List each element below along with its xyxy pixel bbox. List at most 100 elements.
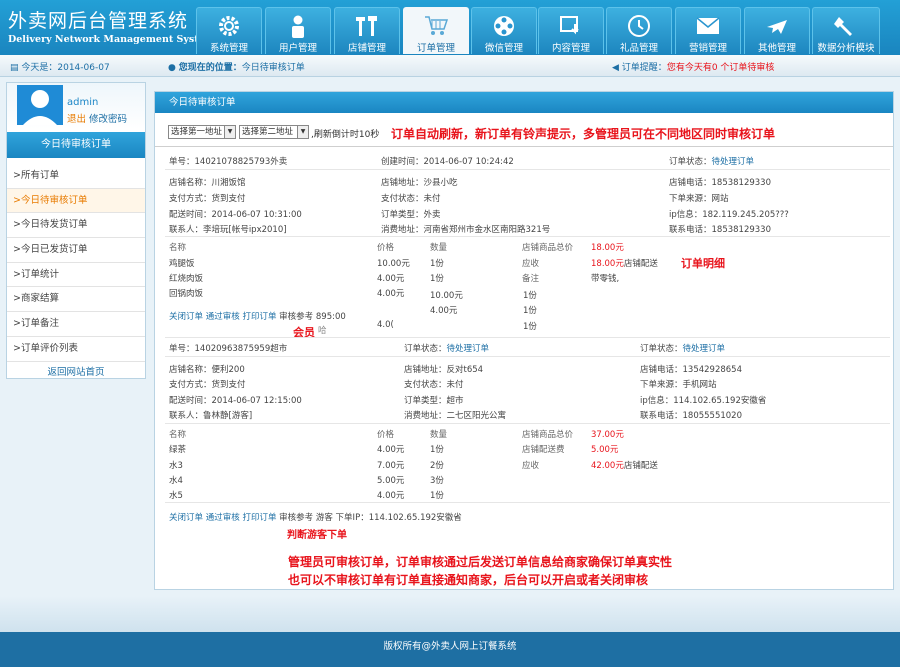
nav-users[interactable]: 用户管理: [265, 7, 331, 54]
first-address-select[interactable]: 选择第一地址 ▼: [168, 125, 236, 139]
order1-pay-status: 支付状态：未付: [381, 194, 441, 204]
order1-total-label: 店铺商品总价: [522, 243, 574, 253]
download-icon: [560, 16, 579, 35]
order1-due: 18.00元店铺配送: [591, 259, 658, 269]
nav-label: 系统管理: [209, 43, 248, 54]
nav-gifts[interactable]: 礼品管理: [606, 7, 672, 54]
calendar-icon: ▤: [10, 63, 22, 73]
annotation-review-2: 也可以不审核订单有订单直接通知商家，后台可以开启或者关闭审核: [288, 573, 649, 587]
order2-item-qty: 1份: [430, 445, 444, 455]
order2-shop: 店铺名称：便利200: [169, 365, 245, 375]
nav-marketing[interactable]: 营销管理: [675, 7, 741, 54]
avatar: [17, 85, 63, 125]
order2-shop-address: 店铺地址：反对t654: [404, 365, 484, 375]
order1-item-price: 10.00元: [377, 259, 410, 269]
sidebar-item-reviews[interactable]: >订单评价列表: [7, 337, 145, 362]
app-header: 外卖网后台管理系统 Delivery Network Management Sy…: [0, 0, 900, 55]
order2-due-label: 应收: [522, 461, 540, 471]
order1-extra-price: 10.00元: [430, 291, 463, 301]
order2-due: 42.00元店铺配送: [591, 461, 658, 471]
sidebar-item-stats[interactable]: >订单统计: [7, 263, 145, 288]
nav-label: 其他管理: [757, 43, 796, 54]
nav-orders[interactable]: 订单管理: [403, 7, 469, 54]
order2-status: 订单状态：待处理订单: [404, 344, 490, 354]
order2-shop-phone: 店铺电话：13542928654: [640, 365, 742, 375]
nav-content[interactable]: 内容管理: [538, 7, 604, 54]
order1-item-name: 红烧肉饭: [169, 274, 204, 284]
review-ref-label: 审核参考: [279, 312, 314, 322]
review-ref: 审核参考 游客 下单IP：114.102.65.192安徽省: [279, 513, 462, 523]
panel-title: 今日待审核订单: [155, 92, 893, 113]
order2-col-name: 名称: [169, 430, 187, 440]
nav-system[interactable]: 系统管理: [196, 7, 262, 54]
reminder-text[interactable]: 您有今天有0 个订单待审核: [667, 63, 775, 73]
tools-icon: [356, 16, 377, 36]
order2-contact: 联系人：鲁林静[游客]: [169, 411, 253, 421]
print-order-link[interactable]: 打印订单: [242, 312, 276, 322]
sidebar-item-settlement[interactable]: >商家结算: [7, 287, 145, 313]
sidebar: admin 退出 修改密码 今日待审核订单 >所有订单 >今日待审核订单 >今日待…: [6, 82, 146, 379]
order2-item-name: 水4: [169, 476, 183, 486]
annotation-auto-refresh: 订单自动刷新，新订单有铃声提示，多管理员可在不同地区同时审核订单: [391, 127, 776, 141]
order1-col-qty: 数量: [430, 243, 448, 253]
order2-item-qty: 3份: [430, 476, 444, 486]
order1-pay-method: 支付方式：货到支付: [169, 194, 246, 204]
mail-icon: [696, 17, 720, 34]
sidebar-item-pending-ship[interactable]: >今日待发货订单: [7, 213, 145, 239]
order1-extra-price: 4.0(: [377, 320, 394, 330]
sidebar-title: 今日待审核订单: [7, 132, 145, 158]
nav-analytics[interactable]: 数据分析模块: [812, 7, 880, 54]
gear-icon: [219, 16, 239, 36]
nav-shops[interactable]: 店铺管理: [334, 7, 400, 54]
print-order-link[interactable]: 打印订单: [242, 513, 276, 523]
close-order-link[interactable]: 关闭订单: [169, 312, 203, 322]
order2-fee: 5.00元: [591, 445, 619, 455]
speaker-icon: ◀: [612, 63, 622, 73]
sidebar-item-notes[interactable]: >订单备注: [7, 312, 145, 337]
sidebar-item-shipped[interactable]: >今日已发货订单: [7, 238, 145, 263]
order1-item-name: 鸡腿饭: [169, 259, 195, 269]
back-to-home-link[interactable]: 返回网站首页: [7, 362, 145, 378]
order2-pay-status: 支付状态：未付: [404, 380, 464, 390]
second-address-select[interactable]: 选择第二地址 ▼: [239, 125, 309, 139]
order1-item-name: 回锅肉饭: [169, 289, 204, 299]
bottom-strip: [0, 596, 900, 632]
nav-other[interactable]: 其他管理: [744, 7, 810, 54]
order2-item-qty: 1份: [430, 491, 444, 501]
order1-item-qty: 1份: [430, 259, 444, 269]
order1-remark: 带零钱,: [591, 274, 620, 284]
order1-shop: 店铺名称：川湘饭馆: [169, 178, 246, 188]
order2-actions: 关闭订单 通过审核 打印订单 审核参考 游客 下单IP：114.102.65.1…: [169, 511, 462, 523]
status-bar: ▤ 今天是：2014-06-07 ● 您现在的位置：今日待审核订单 ◀ 订单提醒…: [0, 55, 900, 77]
order1-ref-tail: 哈: [318, 326, 327, 336]
logout-link[interactable]: 退出: [67, 114, 86, 125]
sidebar-item-pending-review[interactable]: >今日待审核订单: [7, 188, 145, 214]
approve-order-link[interactable]: 通过审核: [206, 312, 240, 322]
approve-order-link[interactable]: 通过审核: [206, 513, 240, 523]
nav-label: 店铺管理: [347, 43, 386, 54]
order1-col-price: 价格: [377, 243, 395, 253]
sidebar-item-all-orders[interactable]: >所有订单: [7, 164, 145, 189]
order2-item-price: 4.00元: [377, 491, 405, 501]
order1-actions: 关闭订单 通过审核 打印订单 审核参考 895:00: [169, 310, 346, 322]
order2-item-name: 绿茶: [169, 445, 187, 455]
change-password-link[interactable]: 修改密码: [89, 114, 127, 125]
nav-wechat[interactable]: 微信管理: [471, 7, 537, 54]
order2-col-qty: 数量: [430, 430, 448, 440]
breadcrumb-current[interactable]: 今日待审核订单: [242, 63, 305, 73]
nav-label: 微信管理: [484, 43, 523, 54]
close-order-link[interactable]: 关闭订单: [169, 513, 203, 523]
nav-label: 礼品管理: [619, 43, 658, 54]
nav-label: 数据分析模块: [817, 43, 875, 54]
annotation-guest: 判断游客下单: [287, 530, 347, 541]
order1-type: 订单类型：外卖: [381, 210, 441, 220]
order1-delivery-time: 配送时间：2014-06-07 10:31:00: [169, 210, 302, 220]
order2-pay-method: 支付方式：货到支付: [169, 380, 246, 390]
order1-due-label: 应收: [522, 259, 540, 269]
order1-item-qty: 1份: [430, 274, 444, 284]
annotation-order-detail: 订单明细: [681, 257, 725, 270]
clock-icon: [628, 15, 650, 37]
footer: 版权所有@外卖人网上订餐系统: [0, 632, 900, 667]
order1-extra-qty: 1份: [523, 306, 537, 316]
order2-item-price: 4.00元: [377, 445, 405, 455]
